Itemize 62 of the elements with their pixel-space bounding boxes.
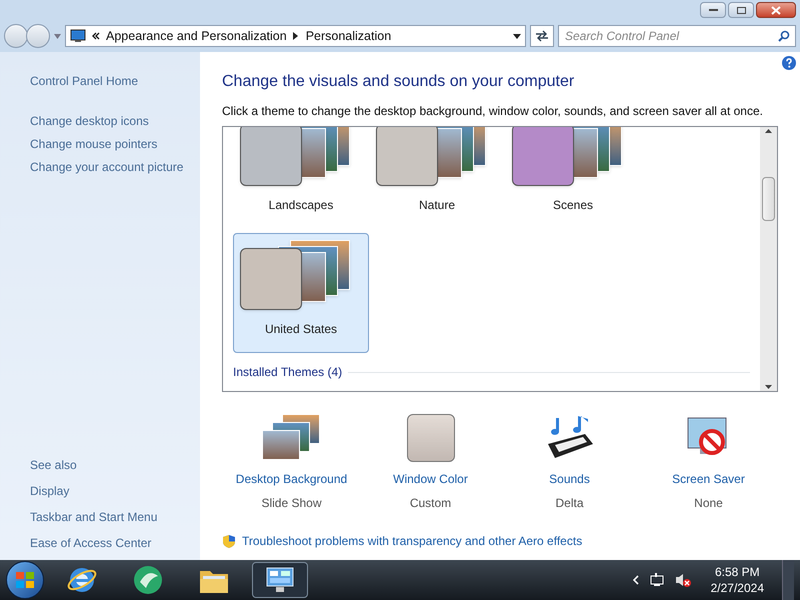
theme-tile[interactable]: United States xyxy=(233,233,369,353)
sidebar-link[interactable]: Change mouse pointers xyxy=(30,136,196,152)
theme-tile[interactable]: Landscapes xyxy=(233,127,369,229)
four-pane-logo-icon xyxy=(16,572,34,588)
sidebar-link[interactable]: Change desktop icons xyxy=(30,113,196,129)
setting-link[interactable]: Screen Saver xyxy=(672,470,745,488)
search-icon[interactable] xyxy=(778,30,790,42)
setting-link[interactable]: Sounds xyxy=(549,470,590,488)
setting-value: Delta xyxy=(555,495,584,512)
history-caret-icon[interactable] xyxy=(54,34,61,38)
page-title: Change the visuals and sounds on your computer xyxy=(222,72,576,92)
restore-button[interactable] xyxy=(728,2,754,18)
control-panel-icon xyxy=(264,565,296,595)
address-bar[interactable]: Appearance and Personalization Personalization xyxy=(65,25,526,47)
clock-time: 6:58 PM xyxy=(714,564,760,580)
theme-tile[interactable]: Nature xyxy=(369,127,505,229)
breadcrumb-arrow-icon[interactable] xyxy=(292,32,298,40)
theme-name: Landscapes xyxy=(268,197,334,214)
clock-date: 2/27/2024 xyxy=(710,580,764,596)
page-subtitle: Click a theme to change the desktop background, window color, sounds, and screen saver all at once. xyxy=(222,103,764,120)
show-hidden-icons-icon[interactable] xyxy=(632,575,639,585)
double-chevron-icon[interactable] xyxy=(92,32,100,40)
sidebar-link[interactable]: Control Panel Home xyxy=(30,73,196,89)
close-button[interactable] xyxy=(756,2,796,18)
sidebar-link[interactable]: Display xyxy=(30,482,196,500)
setting-link[interactable]: Window Color xyxy=(393,470,468,488)
troubleshoot-link[interactable]: Troubleshoot problems with transparency and other Aero effects xyxy=(242,532,582,550)
theme-name: United States xyxy=(264,321,338,338)
help-icon[interactable] xyxy=(782,56,796,70)
setting-value: Slide Show xyxy=(261,495,322,512)
refresh-arrows-icon xyxy=(535,30,549,42)
theme-name: Scenes xyxy=(552,197,594,214)
network-icon[interactable] xyxy=(648,572,665,588)
start-button[interactable] xyxy=(6,561,44,599)
breadcrumb[interactable]: Appearance and Personalization xyxy=(106,26,287,46)
scroll-thumb[interactable] xyxy=(762,177,775,221)
monitor-icon xyxy=(70,29,86,43)
wallpaper-stack-icon xyxy=(262,414,322,462)
minimize-button[interactable] xyxy=(700,2,726,18)
theme-tile[interactable]: Scenes xyxy=(505,127,641,229)
setting-value: None xyxy=(694,495,723,512)
scroll-up-icon[interactable] xyxy=(765,129,772,133)
dropdown-caret-icon[interactable] xyxy=(513,34,521,38)
refresh-button[interactable] xyxy=(530,25,554,47)
sidebar-link[interactable]: Change your account picture xyxy=(30,159,196,175)
scroll-down-icon[interactable] xyxy=(765,385,772,389)
color-swatch-icon xyxy=(406,414,454,462)
group-heading: Installed Themes (4) xyxy=(233,364,342,381)
taskbar-button[interactable] xyxy=(252,562,308,598)
close-icon xyxy=(771,6,781,14)
clock[interactable]: 6:58 PM 2/27/2024 xyxy=(702,564,772,596)
sidebar-link[interactable]: Ease of Access Center xyxy=(30,534,196,552)
sidebar-link[interactable]: Taskbar and Start Menu xyxy=(30,508,196,526)
search-field[interactable]: Search Control Panel xyxy=(558,25,796,47)
theme-name: Nature xyxy=(418,197,456,214)
shield-icon xyxy=(222,534,236,548)
scrollbar[interactable] xyxy=(760,127,777,391)
breadcrumb[interactable]: Personalization xyxy=(306,26,392,46)
volume-muted-icon[interactable] xyxy=(674,572,693,588)
see-also-heading: See also xyxy=(30,457,78,474)
setting-value: Custom xyxy=(410,495,452,512)
setting-link[interactable]: Desktop Background xyxy=(236,470,348,488)
